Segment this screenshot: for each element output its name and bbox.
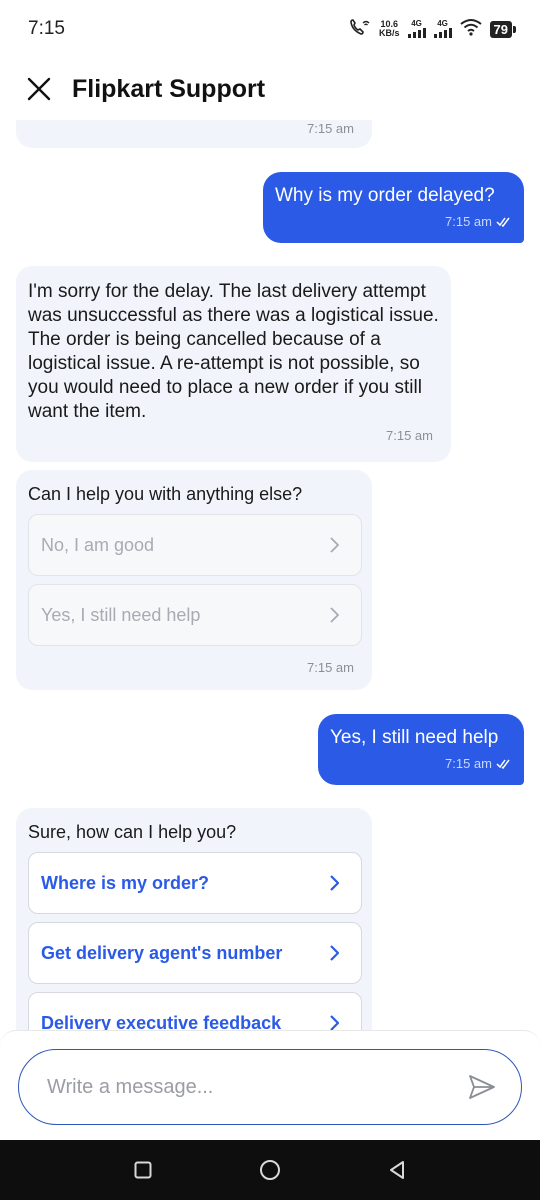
network-speed: 10.6 KB/s xyxy=(379,20,400,38)
chevron-right-icon xyxy=(330,607,339,623)
square-icon xyxy=(134,1161,152,1179)
recents-button[interactable] xyxy=(123,1150,163,1190)
message-text: Sure, how can I help you? xyxy=(28,822,237,842)
status-time: 7:15 xyxy=(28,18,65,39)
chevron-right-icon xyxy=(330,1015,339,1030)
message-time: 7:15 am xyxy=(307,121,354,136)
bot-message: I'm sorry for the delay. The last delive… xyxy=(16,266,451,462)
back-button[interactable] xyxy=(377,1150,417,1190)
system-nav-bar xyxy=(0,1140,540,1200)
chevron-right-icon xyxy=(330,945,339,961)
option-label: Delivery executive feedback xyxy=(41,1012,282,1031)
option-label: Get delivery agent's number xyxy=(41,942,283,963)
home-button[interactable] xyxy=(250,1150,290,1190)
signal-2: 4G xyxy=(433,18,452,40)
bot-quick-reply-card: Sure, how can I help you? Where is my or… xyxy=(16,808,372,1030)
app-header: Flipkart Support xyxy=(0,58,540,120)
message-meta: 7:15 am xyxy=(275,214,512,229)
page-title: Flipkart Support xyxy=(72,74,266,103)
bot-message: 7:15 am xyxy=(16,120,372,148)
quick-reply-no[interactable]: No, I am good xyxy=(28,514,362,576)
message-text: Why is my order delayed? xyxy=(275,185,495,206)
quick-reply-executive-feedback[interactable]: Delivery executive feedback xyxy=(28,992,362,1030)
send-button[interactable] xyxy=(465,1070,499,1104)
triangle-back-icon xyxy=(389,1161,404,1179)
bot-quick-reply-card: Can I help you with anything else? No, I… xyxy=(16,470,372,690)
message-input[interactable] xyxy=(47,1075,427,1099)
option-label: Yes, I still need help xyxy=(41,604,201,625)
signal-bars-icon xyxy=(433,27,452,38)
message-time: 7:15 am xyxy=(307,660,354,675)
chat-thread[interactable]: 7:15 am Why is my order delayed? 7:15 am… xyxy=(0,120,540,1030)
message-time: 7:15 am xyxy=(445,756,492,771)
battery-indicator: 79 xyxy=(489,20,517,38)
status-bar: 7:15 10.6 KB/s 4G 4G 79 xyxy=(0,0,540,58)
circle-icon xyxy=(259,1160,280,1180)
signal-bars-icon xyxy=(407,27,426,38)
close-button[interactable] xyxy=(24,74,54,104)
option-label: No, I am good xyxy=(41,534,155,555)
call-wifi-icon xyxy=(349,18,371,41)
network-type-1: 4G xyxy=(411,18,422,28)
wifi-icon xyxy=(459,18,482,41)
message-input-box xyxy=(18,1049,522,1125)
double-check-icon xyxy=(496,759,510,769)
network-type-2: 4G xyxy=(437,18,448,28)
close-icon xyxy=(27,77,51,101)
quick-reply-yes[interactable]: Yes, I still need help xyxy=(28,584,362,646)
message-text: Yes, I still need help xyxy=(330,727,499,748)
quick-reply-where-is-order[interactable]: Where is my order? xyxy=(28,852,362,914)
user-message: Yes, I still need help 7:15 am xyxy=(318,714,524,785)
chevron-right-icon xyxy=(330,537,339,553)
message-time: 7:15 am xyxy=(386,428,433,443)
option-label: Where is my order? xyxy=(41,872,210,893)
signal-1: 4G xyxy=(407,18,426,40)
user-message: Why is my order delayed? 7:15 am xyxy=(263,172,524,243)
message-meta: 7:15 am xyxy=(330,756,512,771)
chevron-right-icon xyxy=(330,875,339,891)
speed-unit: KB/s xyxy=(379,28,400,38)
message-text: Can I help you with anything else? xyxy=(28,484,303,504)
message-time: 7:15 am xyxy=(445,214,492,229)
message-text: I'm sorry for the delay. The last delive… xyxy=(28,281,439,422)
status-icons: 10.6 KB/s 4G 4G 79 xyxy=(349,18,517,41)
message-composer xyxy=(0,1030,540,1140)
double-check-icon xyxy=(496,217,510,227)
quick-reply-agent-number[interactable]: Get delivery agent's number xyxy=(28,922,362,984)
send-icon xyxy=(469,1075,495,1099)
